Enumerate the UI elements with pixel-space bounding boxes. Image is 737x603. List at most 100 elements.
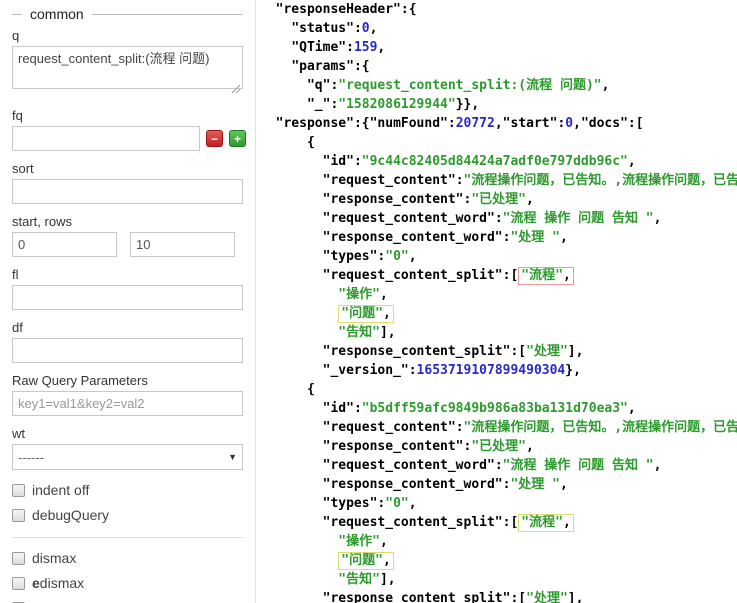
- json-segment: :{: [353, 116, 370, 131]
- json-line: "问题",: [260, 304, 737, 323]
- json-segment: ,: [377, 40, 386, 55]
- highlight-box-yellow: "问题",: [338, 305, 394, 323]
- json-segment: "处理": [526, 591, 568, 603]
- json-segment: "request_content_word": [322, 458, 495, 473]
- json-segment: "response_content": [322, 192, 464, 207]
- start-input[interactable]: [12, 232, 117, 257]
- json-segment: },: [565, 363, 581, 378]
- checkbox-row-debugquery: debugQuery: [12, 507, 243, 523]
- json-segment: ,: [369, 21, 378, 36]
- json-segment: [260, 40, 291, 55]
- json-segment: "response_content_split": [322, 344, 511, 359]
- json-line: "response_content_word":"处理 ",: [260, 228, 737, 247]
- json-line: "response_content":"已处理",: [260, 437, 737, 456]
- json-line: "status":0,: [260, 19, 737, 38]
- json-segment: "流程 操作 问题 告知 ": [502, 458, 654, 473]
- json-segment: :: [447, 116, 456, 131]
- json-line: "id":"b5dff59afc9849b986a83ba131d70ea3",: [260, 399, 737, 418]
- checkbox-row-indent-off: indent off: [12, 482, 243, 498]
- fq-field-row: − +: [12, 126, 246, 151]
- raw-query-params-input[interactable]: [12, 391, 243, 416]
- json-line: "types":"0",: [260, 494, 737, 513]
- edismax-checkbox[interactable]: [12, 576, 25, 590]
- indent-off-checkbox[interactable]: [12, 483, 25, 497]
- json-line: "types":"0",: [260, 247, 737, 266]
- json-line: "request_content":"流程操作问题，已告知。,流程操作问题，已告…: [260, 418, 737, 437]
- json-segment: [260, 496, 323, 511]
- checkbox-row-dismax: dismax: [12, 550, 243, 566]
- json-segment: "操作": [338, 534, 380, 549]
- json-segment: "流程": [521, 268, 563, 283]
- json-segment: "params": [291, 59, 354, 74]
- resize-handle-icon[interactable]: [231, 81, 241, 94]
- df-input[interactable]: [12, 338, 243, 363]
- raw-query-params-label: Raw Query Parameters: [12, 373, 148, 388]
- json-segment: [260, 344, 323, 359]
- json-segment: ,: [408, 249, 417, 264]
- json-segment: "response": [275, 116, 354, 131]
- start-rows-label: start, rows: [12, 214, 72, 229]
- json-segment: :[: [502, 515, 519, 530]
- dismax-checkbox[interactable]: [12, 551, 25, 565]
- json-segment: "问题": [341, 553, 383, 568]
- json-line: "responseHeader":{: [260, 0, 737, 19]
- sort-input[interactable]: [12, 179, 243, 204]
- q-input[interactable]: request_content_split:(流程 问题): [12, 46, 243, 89]
- query-form-panel: common q request_content_split:(流程 问题) f…: [0, 0, 256, 603]
- json-segment: "q": [306, 78, 331, 93]
- json-segment: [260, 477, 323, 492]
- json-segment: [260, 287, 338, 302]
- json-segment: ,: [526, 192, 534, 207]
- legend-line-right: [91, 13, 243, 15]
- json-segment: [260, 2, 276, 17]
- json-segment: "id": [322, 401, 354, 416]
- json-segment: "b5dff59afc9849b986a83ba131d70ea3": [361, 401, 628, 416]
- json-segment: [260, 325, 338, 340]
- debugquery-label: debugQuery: [32, 507, 110, 523]
- json-segment: "types": [322, 496, 378, 511]
- json-segment: [260, 230, 323, 245]
- json-segment: [260, 192, 323, 207]
- json-segment: "9c44c82405d84424a7adf0e797ddb96c": [361, 154, 628, 169]
- json-segment: ],: [379, 572, 396, 587]
- json-segment: ,: [379, 287, 388, 302]
- json-segment: "response_content": [322, 439, 464, 454]
- json-line: "params":{: [260, 57, 737, 76]
- json-segment: [260, 78, 307, 93]
- json-segment: ,: [627, 401, 636, 416]
- dismax-label: dismax: [32, 550, 77, 566]
- rows-input[interactable]: [130, 232, 235, 257]
- page-root: common q request_content_split:(流程 问题) f…: [0, 0, 737, 603]
- json-segment: "告知": [338, 325, 380, 340]
- json-segment: :: [455, 420, 464, 435]
- json-response-panel: "responseHeader":{ "status":0, "QTime":1…: [256, 0, 737, 603]
- json-segment: ,: [559, 477, 568, 492]
- json-segment: ,: [562, 515, 571, 530]
- json-segment: "已处理": [471, 439, 526, 454]
- json-segment: "已处理": [471, 192, 526, 207]
- highlight-box-yellow: "流程",: [518, 514, 574, 532]
- fl-input[interactable]: [12, 285, 243, 310]
- json-segment: [260, 116, 276, 131]
- df-label: df: [12, 320, 23, 335]
- fq-input[interactable]: [12, 126, 200, 151]
- debugquery-checkbox[interactable]: [12, 508, 25, 522]
- json-segment: "处理 ": [510, 477, 560, 492]
- json-line: "response_content_word":"处理 ",: [260, 475, 737, 494]
- add-fq-button[interactable]: +: [229, 130, 246, 147]
- json-segment: 20772: [455, 116, 495, 131]
- checkbox-row-edismax: edismax: [12, 575, 243, 591]
- json-segment: "流程 操作 问题 告知 ": [502, 211, 654, 226]
- json-line: {: [260, 380, 737, 399]
- json-segment: ],: [567, 591, 584, 603]
- json-segment: [260, 591, 323, 603]
- chevron-down-icon: ▼: [228, 452, 237, 462]
- json-segment: ,: [379, 534, 388, 549]
- json-segment: :{: [353, 59, 370, 74]
- json-segment: "QTime": [291, 40, 347, 55]
- remove-fq-button[interactable]: −: [206, 130, 223, 147]
- json-segment: ,: [573, 116, 581, 131]
- json-segment: [260, 21, 291, 36]
- json-segment: ],: [379, 325, 396, 340]
- wt-select[interactable]: ------ ▼: [12, 444, 243, 470]
